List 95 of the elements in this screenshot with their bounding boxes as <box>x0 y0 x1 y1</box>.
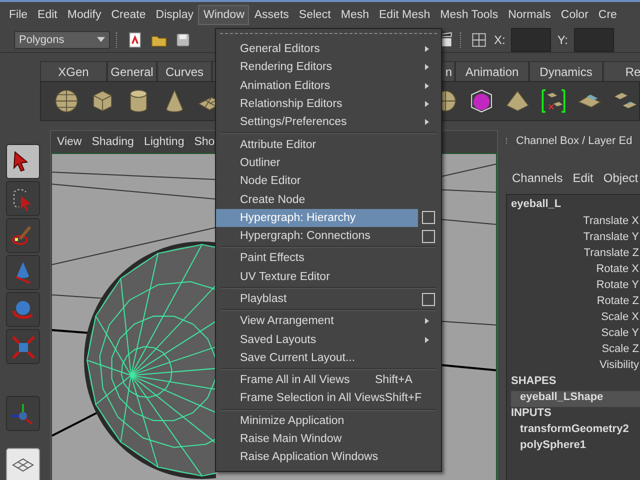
rotate-tool-button[interactable] <box>6 292 40 327</box>
option-box[interactable] <box>422 230 435 243</box>
menu-bar-item[interactable]: Create <box>106 5 151 25</box>
mode-dropdown[interactable]: Polygons <box>14 31 110 49</box>
y-label: Y: <box>557 33 568 47</box>
paint-tool-button[interactable] <box>6 218 40 253</box>
shortcut-label: Shift+A <box>375 374 414 386</box>
menu-item[interactable]: Playblast <box>240 293 418 305</box>
channel-label[interactable]: Scale Y <box>511 327 640 343</box>
section-heading: INPUTS <box>511 407 552 421</box>
x-label: X: <box>494 33 506 47</box>
menu-item[interactable]: Raise Main Window <box>240 433 441 446</box>
panel-title: Channel Box / Layer Ed <box>516 135 632 147</box>
channel-label[interactable]: Rotate Z <box>511 295 640 311</box>
submenu-arrow-icon <box>423 336 431 344</box>
x-input-field[interactable] <box>511 28 552 52</box>
channel-box-menu-item[interactable]: Channels <box>512 171 563 185</box>
channel-label[interactable]: Scale Z <box>511 343 640 359</box>
menu-bar-item[interactable]: Modify <box>62 5 106 25</box>
y-input-field[interactable] <box>574 28 614 52</box>
submenu-arrow-icon <box>423 45 431 54</box>
menu-item[interactable]: UV Texture Editor <box>240 270 441 283</box>
option-box[interactable] <box>422 292 435 306</box>
snap-grid-icon[interactable] <box>470 31 488 49</box>
layout-button[interactable] <box>6 448 40 480</box>
input-node[interactable]: polySphere1 <box>511 439 640 455</box>
shelf-tab[interactable]: Curves <box>157 61 212 81</box>
channel-label[interactable]: Translate X <box>511 215 640 231</box>
menu-item[interactable]: Saved Layouts <box>240 334 423 346</box>
menu-bar-item[interactable]: Select <box>294 5 336 25</box>
new-scene-icon[interactable] <box>126 31 144 49</box>
input-node[interactable]: transformGeometry2 <box>511 423 640 439</box>
menu-item[interactable]: Frame All in All Views <box>240 374 375 386</box>
viewport-menu-item[interactable]: View <box>57 136 82 148</box>
menu-item[interactable]: Raise Application Windows <box>240 451 441 464</box>
menu-item[interactable]: Settings/Preferences <box>240 116 423 128</box>
channel-label[interactable]: Rotate X <box>511 263 640 279</box>
menu-item[interactable]: Outliner <box>240 156 441 169</box>
viewport-menu-item[interactable]: Sho <box>194 136 215 148</box>
menu-bar-item[interactable]: Mesh <box>336 5 374 25</box>
option-box[interactable] <box>422 211 435 224</box>
shape-node[interactable]: eyeball_LShape <box>511 391 640 407</box>
caret-icon <box>97 37 105 43</box>
menu-item[interactable]: Rendering Editors <box>240 61 423 74</box>
channel-label[interactable]: Translate Y <box>511 231 640 247</box>
menu-bar-item[interactable]: Edit Mesh <box>374 5 436 25</box>
submenu-arrow-icon <box>423 317 431 326</box>
menu-item[interactable]: Hypergraph: Connections <box>240 230 418 242</box>
shelf-tab[interactable]: Dynamics <box>529 61 603 81</box>
menu-bar-item[interactable]: Normals <box>503 5 556 25</box>
select-tool-button[interactable] <box>6 144 40 179</box>
menu-item[interactable]: Animation Editors <box>240 80 423 92</box>
object-name[interactable]: eyeball_L <box>511 198 640 215</box>
menu-item[interactable]: Attribute Editor <box>240 138 441 151</box>
menu-bar-item[interactable]: Cre <box>593 5 622 25</box>
menu-item[interactable]: Save Current Layout... <box>240 352 441 364</box>
shortcut-label: Shift+F <box>384 392 423 404</box>
move-tool-button[interactable] <box>6 255 40 290</box>
menu-item[interactable]: View Arrangement <box>240 315 423 328</box>
channel-label[interactable]: Visibility <box>511 359 640 375</box>
menu-item[interactable]: Minimize Application <box>240 414 441 427</box>
menu-item[interactable]: Frame Selection in All Views <box>240 392 385 404</box>
menu-bar-item[interactable]: Window <box>198 5 250 25</box>
scale-tool-button[interactable] <box>6 329 40 364</box>
submenu-arrow-icon <box>423 118 431 126</box>
shelf-tab[interactable]: General <box>107 61 157 81</box>
menu-item[interactable]: Paint Effects <box>240 252 441 264</box>
menu-bar-item[interactable]: Color <box>556 5 594 25</box>
menu-item[interactable]: Relationship Editors <box>240 98 423 110</box>
menu-bar-item[interactable]: File <box>4 5 33 25</box>
channel-label[interactable]: Rotate Y <box>511 279 640 295</box>
menu-item[interactable]: Node Editor <box>240 175 441 188</box>
menu-bar-item[interactable]: Mesh Tools <box>435 5 504 25</box>
submenu-arrow-icon <box>423 63 431 72</box>
save-icon[interactable] <box>174 31 192 49</box>
viewport-menu-item[interactable]: Lighting <box>144 136 184 148</box>
section-heading: SHAPES <box>511 375 558 389</box>
menu-bar-item[interactable]: Display <box>150 5 198 25</box>
channel-box-menu-item[interactable]: Object <box>603 171 638 185</box>
shelf-tab[interactable]: Animation <box>455 61 529 81</box>
viewport-menu-item[interactable]: Shading <box>92 136 134 148</box>
submenu-arrow-icon <box>423 82 431 90</box>
shelf-tab[interactable]: Re <box>603 61 640 81</box>
channel-box-menu-item[interactable]: Edit <box>572 171 594 185</box>
menu-item[interactable]: General Editors <box>240 43 423 56</box>
shelf-tab[interactable]: XGen <box>40 61 107 81</box>
menu-item[interactable]: Hypergraph: Hierarchy <box>216 208 418 227</box>
menu-item[interactable]: Create Node <box>240 194 441 206</box>
scale-tool-icon <box>10 334 36 360</box>
menu-bar-item[interactable]: Edit <box>32 5 62 25</box>
manipulator-tool-button[interactable] <box>6 396 40 431</box>
submenu-arrow-icon <box>423 100 431 108</box>
menu-bar-item[interactable]: Assets <box>249 5 294 25</box>
channel-label[interactable]: Scale X <box>511 311 640 327</box>
channel-label[interactable]: Translate Z <box>511 247 640 263</box>
